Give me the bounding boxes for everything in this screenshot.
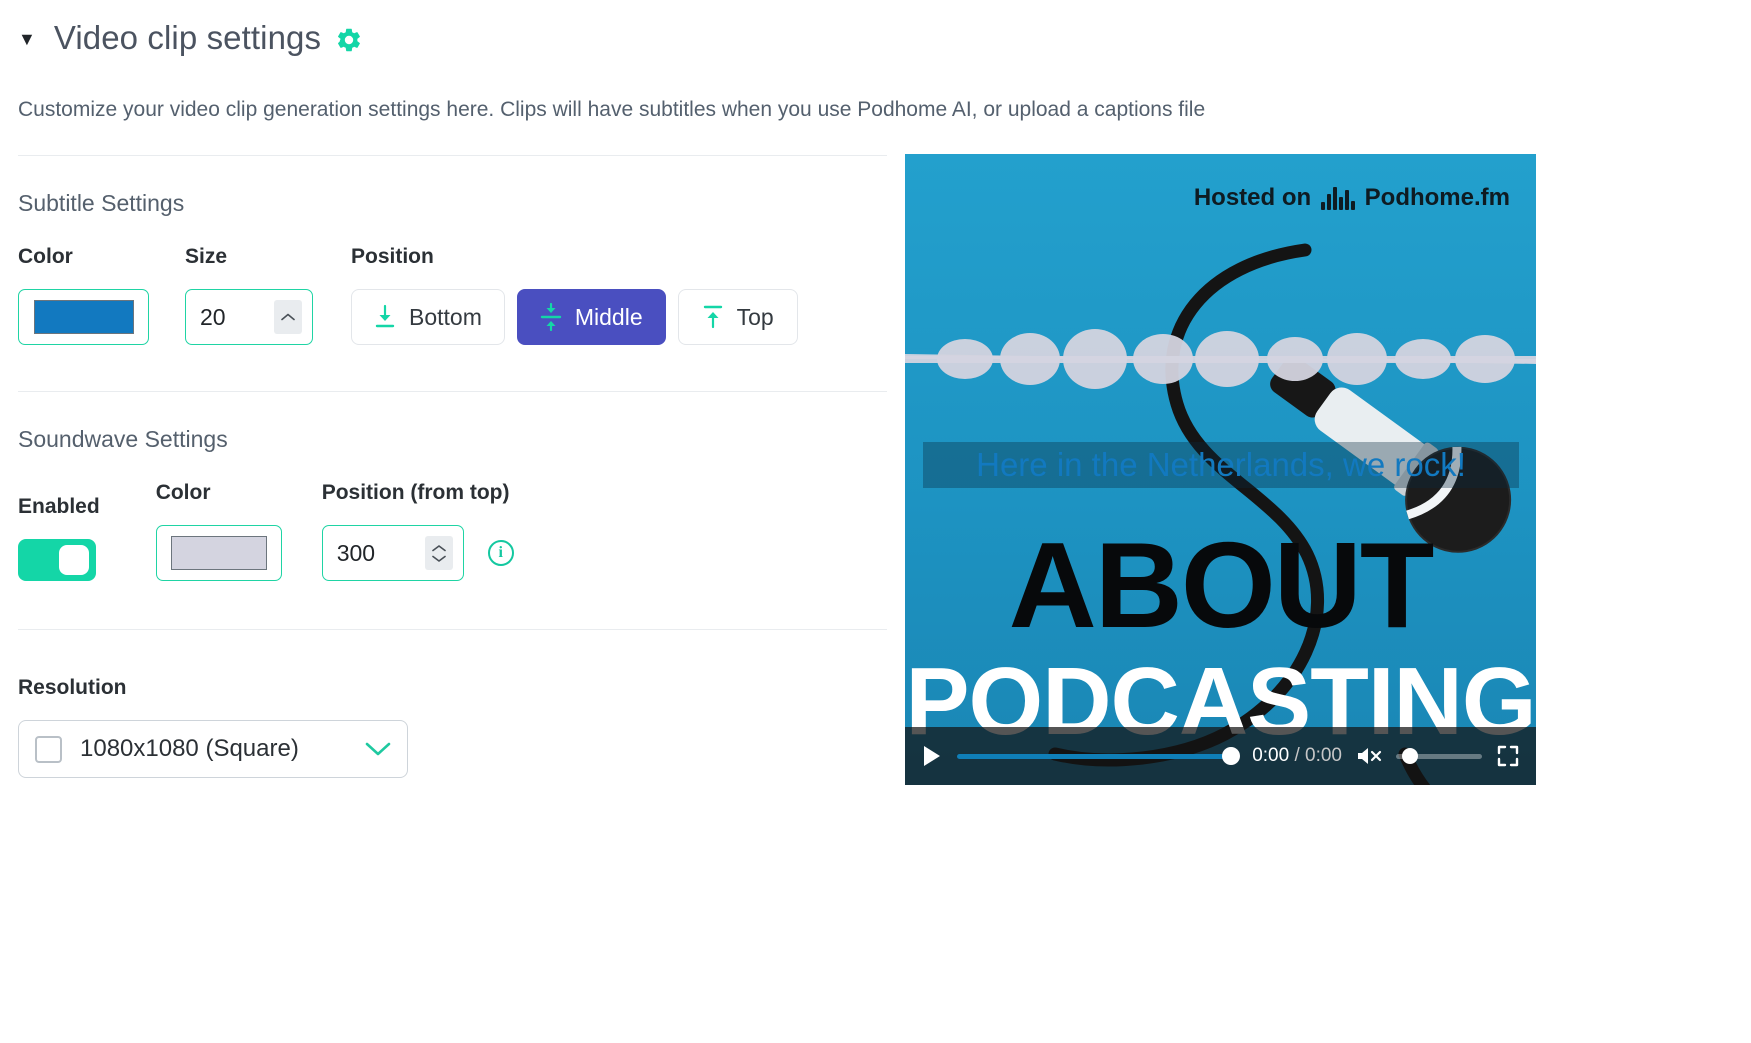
cover-title-line1: ABOUT — [1008, 517, 1435, 653]
fullscreen-icon[interactable] — [1496, 744, 1520, 768]
subtitle-size-label: Size — [185, 245, 228, 269]
play-icon[interactable] — [921, 744, 943, 768]
info-icon[interactable]: i — [487, 540, 514, 567]
soundwave-enabled-field: Enabled — [18, 495, 100, 582]
position-option-top-label: Top — [736, 303, 774, 330]
position-option-bottom[interactable]: Bottom — [351, 289, 505, 346]
video-player-controls: 0:00 / 0:00 — [905, 727, 1536, 785]
resolution-field: Resolution 1080x1080 (Square) — [0, 676, 905, 779]
volume-slider[interactable] — [1396, 748, 1482, 764]
soundwave-position-field: Position (from top) i — [321, 481, 514, 582]
soundwave-overlay — [905, 329, 1536, 389]
soundwave-enabled-label: Enabled — [18, 495, 100, 519]
preview-subtitle: Here in the Netherlands, we rock! — [923, 442, 1519, 488]
resolution-selected-value: 1080x1080 (Square) — [80, 735, 299, 763]
time-separator: / — [1294, 745, 1300, 766]
align-bottom-icon — [374, 304, 396, 330]
chevron-up-icon — [281, 313, 295, 321]
section-header[interactable]: ▼ Video clip settings — [0, 0, 905, 64]
resolution-select[interactable]: 1080x1080 (Square) — [18, 720, 408, 779]
subtitle-position-group: Bottom Middle Top — [351, 289, 798, 346]
toggle-knob — [59, 545, 89, 576]
soundwave-position-stepper-arrows[interactable] — [424, 536, 453, 571]
time-display: 0:00 / 0:00 — [1252, 745, 1342, 767]
total-time: 0:00 — [1305, 745, 1342, 766]
subtitle-size-input[interactable] — [200, 303, 266, 331]
subtitle-size-stepper[interactable] — [185, 289, 313, 346]
subtitle-settings-title: Subtitle Settings — [18, 190, 185, 217]
subtitle-color-field: Color — [18, 245, 149, 346]
current-time: 0:00 — [1252, 745, 1290, 766]
progress-handle[interactable] — [1222, 747, 1241, 765]
soundwave-color-field: Color — [155, 481, 282, 582]
divider — [18, 391, 887, 393]
chevron-up-icon — [431, 544, 446, 552]
divider — [18, 629, 887, 631]
video-preview[interactable]: Hosted on Podhome.fm Here in the Netherl… — [905, 154, 1536, 785]
soundwave-color-input[interactable] — [155, 525, 282, 582]
chevron-down-icon — [431, 555, 446, 562]
subtitle-color-label: Color — [18, 245, 73, 269]
subtitle-settings-row: Color Size Position — [0, 245, 905, 346]
subtitle-size-stepper-arrows[interactable] — [274, 300, 302, 335]
section-description: Customize your video clip generation set… — [18, 98, 1206, 121]
soundwave-color-label: Color — [155, 481, 211, 505]
soundwave-settings-row: Enabled Color Position (from top) 300 i — [0, 481, 905, 582]
soundwave-position-input[interactable] — [336, 539, 403, 567]
gear-icon[interactable] — [335, 26, 363, 54]
align-middle-icon — [540, 303, 562, 332]
position-option-top[interactable]: Top — [677, 289, 798, 346]
subtitle-color-input[interactable] — [18, 289, 149, 346]
preview-subtitle-text: Here in the Netherlands, we rock! — [976, 446, 1466, 483]
resolution-label: Resolution — [18, 676, 127, 700]
settings-column: ▼ Video clip settings Customize your vid… — [0, 0, 1206, 779]
subtitle-position-label: Position — [351, 245, 434, 269]
chevron-down-icon[interactable] — [365, 741, 391, 757]
position-option-bottom-label: Bottom — [409, 303, 482, 330]
subtitle-color-swatch — [33, 300, 134, 335]
volume-handle[interactable] — [1402, 748, 1418, 764]
subtitle-size-field: Size — [185, 245, 313, 346]
video-clip-settings-panel: ▼ Video clip settings Customize your vid… — [0, 0, 1751, 1043]
position-option-middle-label: Middle — [574, 303, 643, 330]
subtitle-position-field: Position Bottom Middle Top — [351, 245, 798, 346]
divider — [18, 155, 887, 157]
soundwave-position-label: Position (from top) — [321, 481, 510, 505]
align-top-icon — [702, 304, 724, 330]
soundwave-position-stepper[interactable] — [321, 525, 464, 582]
soundwave-enabled-toggle[interactable] — [18, 539, 96, 582]
soundwave-settings-title: Soundwave Settings — [18, 426, 228, 453]
soundwave-color-swatch — [170, 536, 267, 571]
square-icon — [35, 735, 62, 763]
volume-muted-icon[interactable] — [1356, 744, 1382, 768]
position-option-middle[interactable]: Middle — [516, 289, 666, 346]
collapse-caret-icon[interactable]: ▼ — [18, 30, 36, 48]
page-title: Video clip settings — [53, 19, 322, 56]
progress-bar[interactable] — [957, 747, 1241, 765]
